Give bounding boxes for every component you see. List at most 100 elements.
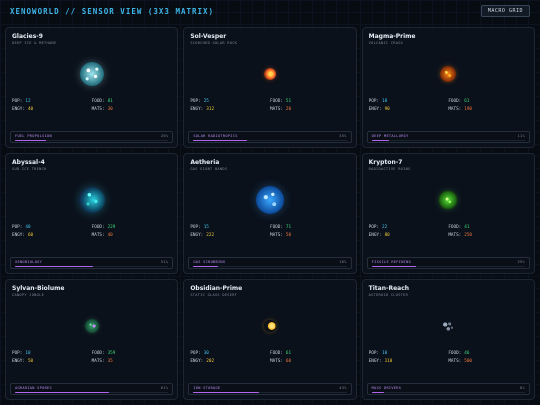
tech-research-panel[interactable]: DEEP METALLURGY 11% bbox=[366, 131, 530, 143]
planet-card-aetheria[interactable]: Aetheria GAS GIANT BANDS POP: 15 FOOD: 71 … bbox=[183, 153, 357, 274]
food-label: FOOD: bbox=[448, 99, 462, 104]
planet-card-magma-prime[interactable]: Magma-Prime VOLCANIC CRAGS POP: 18 FOOD: 6… bbox=[361, 27, 535, 148]
planet-sphere bbox=[78, 187, 105, 213]
mats-stat: MATS: 190 bbox=[448, 107, 528, 112]
tech-progress-bar bbox=[371, 391, 525, 393]
food-label: FOOD: bbox=[448, 225, 462, 230]
pop-label: POP: bbox=[190, 351, 201, 356]
food-stat: FOOD: 229 bbox=[92, 225, 172, 230]
tech-research-panel[interactable]: FUEL PROPULSION 20% bbox=[10, 131, 174, 143]
planet-card-sol-vesper[interactable]: Sol-Vesper SCORCHED SOLAR ROCK POP: 25 FO… bbox=[183, 27, 357, 148]
page-title: XENOWORLD // SENSOR VIEW (3X3 MATRIX) bbox=[10, 6, 215, 16]
food-stat: FOOD: 359 bbox=[92, 351, 172, 356]
pop-value: 15 bbox=[203, 225, 209, 230]
tech-percent: 61% bbox=[160, 386, 169, 390]
planet-type: SUB-ICE TRENCH bbox=[12, 167, 47, 171]
food-value: 61 bbox=[464, 99, 470, 104]
tech-name: FISSILE REFINING bbox=[371, 260, 412, 264]
planet-card-sylvan-biolume[interactable]: Sylvan-Biolume CANOPY JUNGLE POP: 18 FOOD… bbox=[5, 279, 179, 400]
tech-name: ION STORAGE bbox=[193, 386, 221, 390]
planet-name: Titan-Reach bbox=[368, 285, 410, 292]
tech-progress-fill bbox=[371, 391, 384, 393]
pop-value: 18 bbox=[382, 99, 388, 104]
food-stat: FOOD: 51 bbox=[270, 99, 350, 104]
planet-name: Glacies-9 bbox=[12, 33, 43, 40]
engy-stat: ENGY: 110 bbox=[369, 359, 449, 364]
planet-visual[interactable] bbox=[255, 185, 285, 215]
pop-stat: POP: 40 bbox=[12, 225, 92, 230]
planet-card-abyssal-4[interactable]: Abyssal-4 SUB-ICE TRENCH POP: 40 FOOD: 229… bbox=[5, 153, 179, 274]
planet-sphere bbox=[79, 62, 104, 86]
engy-label: ENGY: bbox=[190, 233, 204, 238]
tech-progress-bar bbox=[15, 391, 169, 393]
tech-research-panel[interactable]: GAS SCRUBBING 16% bbox=[188, 257, 352, 269]
pop-label: POP: bbox=[368, 99, 380, 104]
planet-card-obsidian-prime[interactable]: Obsidian-Prime STATIC GLASS DESERT POP: 3… bbox=[183, 279, 357, 400]
engy-value: 222 bbox=[206, 233, 215, 238]
engy-label: ENGY: bbox=[12, 359, 25, 364]
food-value: 41 bbox=[464, 225, 470, 230]
tech-research-panel[interactable]: XENOBIOLOGY 51% bbox=[10, 257, 174, 269]
macro-grid-button[interactable]: MACRO GRID bbox=[480, 5, 530, 17]
pop-value: 25 bbox=[203, 99, 209, 104]
planet-visual[interactable] bbox=[77, 59, 107, 89]
pop-label: POP: bbox=[190, 225, 201, 230]
mats-value: 35 bbox=[107, 359, 113, 364]
mats-value: 60 bbox=[285, 359, 292, 364]
tech-research-panel[interactable]: MASS DRIVERS 8% bbox=[366, 383, 530, 395]
food-value: 61 bbox=[285, 351, 292, 356]
tech-research-panel[interactable]: AGRARIAN SPORES 61% bbox=[10, 383, 174, 395]
planet-card-krypton-7[interactable]: Krypton-7 RADIOACTIVE RUINS POP: 22 FOOD:… bbox=[361, 153, 535, 274]
mats-value: 40 bbox=[107, 233, 113, 238]
mats-stat: MATS: 50 bbox=[270, 233, 350, 238]
tech-percent: 16% bbox=[339, 260, 347, 264]
engy-value: 312 bbox=[206, 107, 215, 112]
tech-progress-fill bbox=[371, 139, 389, 141]
tech-progress-bar bbox=[371, 265, 525, 267]
tech-progress-fill bbox=[371, 265, 417, 267]
planet-visual[interactable] bbox=[433, 59, 463, 89]
food-value: 51 bbox=[285, 99, 292, 104]
mats-stat: MATS: 40 bbox=[92, 233, 172, 238]
planet-name: Magma-Prime bbox=[368, 33, 416, 40]
planet-card-glacies-9[interactable]: Glacies-9 DEEP ICE & METHANE POP: 12 FOOD… bbox=[5, 27, 179, 148]
engy-stat: ENGY: 90 bbox=[369, 107, 449, 112]
food-stat: FOOD: 46 bbox=[448, 351, 528, 356]
tech-research-panel[interactable]: FISSILE REFINING 29% bbox=[366, 257, 530, 269]
resource-stats: POP: 15 FOOD: 71 ENGY: 222 MATS: 50 bbox=[190, 225, 349, 238]
planet-type: RADIOACTIVE RUINS bbox=[368, 167, 411, 171]
mats-label: MATS: bbox=[448, 107, 462, 112]
mats-label: MATS: bbox=[91, 107, 105, 112]
tech-research-panel[interactable]: SOLAR RADIOTROPICS 35% bbox=[188, 131, 352, 143]
mats-value: 20 bbox=[285, 107, 292, 112]
food-label: FOOD: bbox=[269, 99, 283, 104]
mats-label: MATS: bbox=[91, 359, 105, 364]
planet-visual[interactable] bbox=[255, 59, 285, 89]
planet-visual[interactable] bbox=[77, 311, 107, 341]
tech-research-panel[interactable]: ION STORAGE 43% bbox=[188, 383, 352, 395]
engy-stat: ENGY: 60 bbox=[12, 233, 92, 238]
planet-visual[interactable] bbox=[433, 185, 463, 215]
planet-visual[interactable] bbox=[255, 311, 285, 341]
planet-visual[interactable] bbox=[77, 185, 107, 215]
planet-visual[interactable] bbox=[433, 311, 463, 341]
engy-stat: ENGY: 312 bbox=[190, 107, 270, 112]
mats-label: MATS: bbox=[269, 107, 283, 112]
engy-value: 80 bbox=[384, 233, 390, 238]
tech-name: MASS DRIVERS bbox=[371, 386, 402, 390]
pop-label: POP: bbox=[368, 225, 380, 230]
engy-stat: ENGY: 202 bbox=[190, 359, 270, 364]
pop-stat: POP: 30 bbox=[190, 351, 270, 356]
mats-label: MATS: bbox=[448, 233, 462, 238]
pop-stat: POP: 12 bbox=[12, 99, 92, 104]
food-label: FOOD: bbox=[448, 351, 462, 356]
engy-label: ENGY: bbox=[368, 107, 382, 112]
planet-card-titan-reach[interactable]: Titan-Reach ASTEROID CLUSTER POP: 10 FOOD… bbox=[361, 279, 535, 400]
planet-sphere bbox=[84, 319, 99, 333]
planet-type: GAS GIANT BANDS bbox=[190, 167, 228, 171]
mats-label: MATS: bbox=[269, 359, 283, 364]
tech-percent: 20% bbox=[160, 134, 169, 138]
tech-name: FUEL PROPULSION bbox=[15, 134, 52, 138]
food-stat: FOOD: 81 bbox=[92, 99, 172, 104]
resource-stats: POP: 30 FOOD: 61 ENGY: 202 MATS: 60 bbox=[190, 351, 349, 364]
